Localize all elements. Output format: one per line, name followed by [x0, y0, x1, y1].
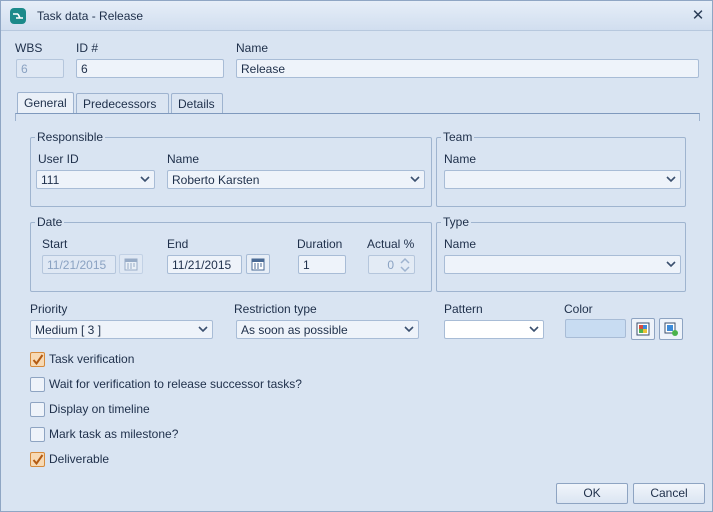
- chevron-down-icon: [528, 323, 540, 335]
- start-date-field: 11/21/2015: [42, 255, 116, 274]
- checkbox-box[interactable]: [30, 352, 45, 367]
- type-name-select[interactable]: [444, 255, 681, 274]
- tab-general[interactable]: General: [17, 92, 74, 115]
- checkmark-icon: [32, 454, 44, 466]
- actual-percent-spinner: 0: [368, 255, 415, 274]
- checkbox-box[interactable]: [30, 452, 45, 467]
- start-calendar-button: [119, 254, 143, 274]
- chevron-down-icon: [665, 258, 677, 270]
- id-label: ID #: [76, 41, 99, 55]
- wbs-field: 6: [16, 59, 64, 78]
- team-name-label: Name: [444, 152, 477, 166]
- color-label: Color: [564, 302, 593, 316]
- wbs-label: WBS: [15, 41, 43, 55]
- actual-percent-value: 0: [387, 258, 394, 272]
- user-id-select[interactable]: 111: [36, 170, 155, 189]
- id-field[interactable]: 6: [76, 59, 224, 78]
- team-name-select[interactable]: [444, 170, 681, 189]
- type-group-title: Type: [441, 215, 472, 229]
- checkbox-label: Deliverable: [49, 452, 110, 466]
- start-label: Start: [42, 237, 68, 251]
- chevron-down-icon: [197, 323, 209, 335]
- task-name-input[interactable]: Release: [236, 59, 699, 78]
- task-data-dialog: Task data - Release ✕ WBS 6 ID # 6 Name …: [0, 0, 713, 512]
- restriction-type-select[interactable]: As soon as possible: [236, 320, 419, 339]
- priority-value: Medium [ 3 ]: [35, 323, 102, 337]
- restriction-type-label: Restriction type: [234, 302, 317, 316]
- team-group-title: Team: [441, 130, 475, 144]
- color-picker-button[interactable]: [631, 318, 655, 340]
- calendar-icon: [251, 258, 265, 271]
- checkbox-label: Mark task as milestone?: [49, 427, 179, 441]
- end-calendar-button[interactable]: [246, 254, 270, 274]
- checkbox-label: Task verification: [49, 352, 135, 366]
- chevron-down-icon: [403, 323, 415, 335]
- end-date-field[interactable]: 11/21/2015: [167, 255, 242, 274]
- cancel-button[interactable]: Cancel: [633, 483, 705, 504]
- color-reset-icon: [664, 322, 678, 336]
- name-label: Name: [236, 41, 269, 55]
- priority-select[interactable]: Medium [ 3 ]: [30, 320, 213, 339]
- color-picker-icon: [636, 322, 650, 336]
- chevron-down-icon: [139, 173, 151, 185]
- spinner-arrows-icon: [400, 257, 410, 273]
- checkbox-box[interactable]: [30, 427, 45, 442]
- checkmark-icon: [32, 354, 44, 366]
- responsible-name-label: Name: [167, 152, 200, 166]
- checkbox-label: Display on timeline: [49, 402, 150, 416]
- actual-percent-label: Actual %: [367, 237, 415, 251]
- title-bar: Task data - Release ✕: [1, 1, 712, 31]
- color-reset-button[interactable]: [659, 318, 683, 340]
- window-title: Task data - Release: [37, 9, 144, 23]
- end-label: End: [167, 237, 189, 251]
- type-name-label: Name: [444, 237, 477, 251]
- responsible-name-select[interactable]: Roberto Karsten: [167, 170, 425, 189]
- calendar-icon: [124, 258, 138, 271]
- user-id-label: User ID: [38, 152, 79, 166]
- chevron-down-icon: [409, 173, 421, 185]
- ok-button[interactable]: OK: [556, 483, 628, 504]
- user-id-value: 111: [41, 173, 60, 187]
- tab-details[interactable]: Details: [171, 93, 223, 114]
- checkbox-box[interactable]: [30, 377, 45, 392]
- checkbox-box[interactable]: [30, 402, 45, 417]
- checkbox-label: Wait for verification to release success…: [49, 377, 302, 391]
- pattern-select[interactable]: [444, 320, 544, 339]
- pattern-label: Pattern: [444, 302, 483, 316]
- priority-label: Priority: [30, 302, 68, 316]
- color-swatch: [565, 319, 626, 338]
- chevron-down-icon: [665, 173, 677, 185]
- restriction-type-value: As soon as possible: [241, 323, 348, 337]
- date-group-title: Date: [35, 215, 65, 229]
- duration-label: Duration: [297, 237, 343, 251]
- task-app-icon: [10, 8, 26, 24]
- responsible-group-title: Responsible: [35, 130, 106, 144]
- tab-panel-edge: [15, 113, 700, 121]
- duration-field[interactable]: 1: [298, 255, 346, 274]
- close-icon[interactable]: ✕: [689, 7, 707, 25]
- responsible-name-value: Roberto Karsten: [172, 173, 260, 187]
- tab-predecessors[interactable]: Predecessors: [76, 93, 169, 114]
